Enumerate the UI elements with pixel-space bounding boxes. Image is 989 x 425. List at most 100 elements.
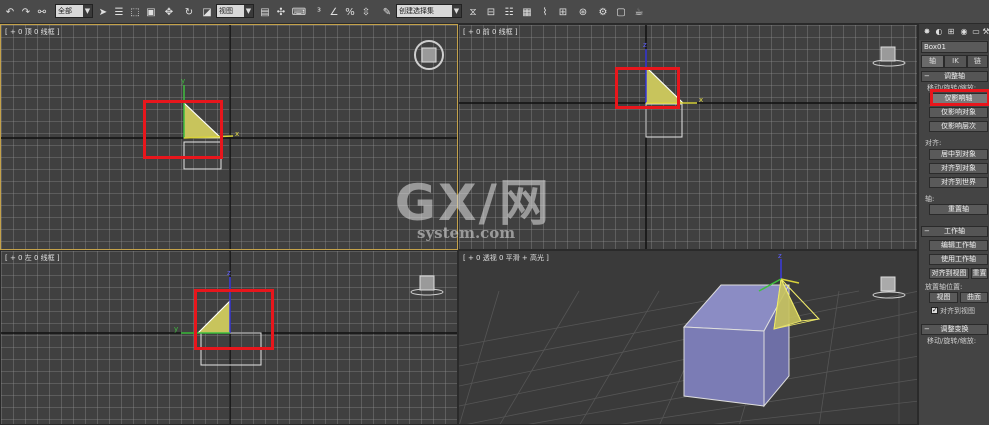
align-to-view-checkbox-label: 对齐到视图 [940, 307, 975, 315]
place-pivot-to-label: 放置轴位置: [925, 283, 963, 291]
alignment-label: 对齐: [925, 139, 942, 147]
x-axis-label: x [699, 96, 703, 104]
align-to-view-button[interactable]: 对齐到视图 [929, 268, 969, 279]
viewport-front-label[interactable]: [ + 0 前 0 线框 ] [463, 27, 518, 37]
snaps-toggle-icon[interactable]: ³ [312, 4, 326, 20]
rollout-adjust-transform-title: 调整变换 [940, 325, 969, 333]
percent-snap-icon[interactable]: % [343, 4, 357, 20]
chevron-down-icon: ▼ [83, 5, 92, 17]
keyboard-shortcut-icon[interactable]: ⌨ [292, 4, 306, 20]
render-setup-icon[interactable]: ⚙ [596, 4, 610, 20]
rollout-adjust-pivot[interactable]: − 调整轴 [921, 71, 988, 82]
selection-filter-value: 全部 [58, 7, 72, 15]
rollout-working-pivot-title: 工作轴 [944, 227, 965, 235]
reference-coordinate-dropdown[interactable]: 视图 ▼ [216, 4, 254, 18]
schematic-view-icon[interactable]: ⊞ [556, 4, 570, 20]
graphite-ribbon-icon[interactable]: ▦ [520, 4, 534, 20]
layer-manager-icon[interactable]: ☷ [502, 4, 516, 20]
rendered-frame-icon[interactable]: ▢ [614, 4, 628, 20]
edit-named-selection-icon[interactable]: ✎ [380, 4, 394, 20]
center-to-object-button[interactable]: 居中到对象 [929, 149, 988, 160]
pivot-point-center-icon[interactable]: ▤ [258, 4, 272, 20]
viewport-left-label[interactable]: [ + 0 左 0 线框 ] [5, 253, 60, 263]
edit-working-pivot-button[interactable]: 编辑工作轴 [929, 240, 988, 251]
pivot-label: 轴: [925, 195, 935, 203]
named-selection-dropdown[interactable]: 创建选择集 ▼ [396, 4, 462, 18]
viewport-perspective[interactable]: z [ + 0 透视 0 平滑 + 高光 ] [458, 250, 918, 425]
select-object-icon[interactable]: ➤ [96, 4, 110, 20]
scale-icon[interactable]: ◪ [200, 4, 214, 20]
command-panel-tabs: ✸ ◐ ⊞ ◉ ▭ ⚒ [919, 24, 989, 40]
material-editor-icon[interactable]: ⊛ [576, 4, 590, 20]
curve-editor-icon[interactable]: ⌇ [538, 4, 552, 20]
rollout-collapse-icon: − [924, 227, 930, 235]
chevron-down-icon: ▼ [244, 5, 253, 17]
main-toolbar: ↶ ↷ ⚯ 全部 ▼ ➤ ☰ ⬚ ▣ ✥ ↻ ◪ 视图 ▼ ▤ ✣ ⌨ ³ ∠ … [0, 0, 989, 24]
spinner-snap-icon[interactable]: ⇳ [359, 4, 373, 20]
rollout-collapse-icon: − [924, 325, 930, 333]
reset-working-pivot-button[interactable]: 重置 [971, 268, 988, 279]
link-icon[interactable]: ⚯ [35, 4, 49, 20]
rotate-icon[interactable]: ↻ [182, 4, 196, 20]
undo-icon[interactable]: ↶ [3, 4, 17, 20]
place-pivot-view-button[interactable]: 视图 [929, 292, 958, 303]
angle-snap-icon[interactable]: ∠ [327, 4, 341, 20]
create-tab-icon[interactable]: ✸ [922, 27, 932, 37]
render-teapot-icon[interactable]: ☕ [632, 4, 646, 20]
highlight-box-top [143, 100, 223, 159]
subtab-pivot[interactable]: 轴 [921, 55, 944, 68]
window-crossing-icon[interactable]: ▣ [144, 4, 158, 20]
subtab-ik[interactable]: IK [944, 55, 967, 68]
move-rotate-scale-label-2: 移动/旋转/缩放: [927, 337, 977, 345]
rollout-working-pivot[interactable]: − 工作轴 [921, 226, 988, 237]
move-icon[interactable]: ✥ [162, 4, 176, 20]
reset-pivot-button[interactable]: 重置轴 [929, 204, 988, 215]
subtab-link-info[interactable]: 链 [967, 55, 988, 68]
affect-object-only-button[interactable]: 仅影响对象 [929, 107, 988, 118]
redo-icon[interactable]: ↷ [19, 4, 33, 20]
align-to-view-checkbox[interactable]: ✓ [931, 307, 938, 314]
y-axis-label: y [181, 77, 185, 85]
motion-tab-icon[interactable]: ◉ [959, 27, 969, 37]
z-axis-label: z [778, 252, 782, 260]
named-selection-value: 创建选择集 [399, 7, 434, 15]
utilities-tab-icon[interactable]: ⚒ [981, 27, 989, 37]
z-axis-label: z [227, 269, 231, 277]
rollout-adjust-pivot-title: 调整轴 [944, 72, 965, 80]
align-to-world-button[interactable]: 对齐到世界 [929, 177, 988, 188]
select-by-name-icon[interactable]: ☰ [112, 4, 126, 20]
place-pivot-surface-button[interactable]: 曲面 [960, 292, 988, 303]
mirror-icon[interactable]: ⧖ [466, 4, 480, 20]
viewport-left[interactable]: z y [ + 0 左 0 线框 ] [0, 250, 458, 425]
front-viewport-grid: z x [459, 25, 917, 249]
highlight-affect-pivot-only [930, 89, 989, 106]
perspective-viewport-scene: z [459, 251, 917, 424]
modify-tab-icon[interactable]: ◐ [934, 27, 944, 37]
object-name-field[interactable]: Box01 [921, 41, 988, 53]
top-viewport-grid: y x [1, 25, 457, 249]
highlight-box-front [615, 67, 680, 109]
hierarchy-tab-icon[interactable]: ⊞ [946, 27, 956, 37]
align-icon[interactable]: ⊟ [484, 4, 498, 20]
viewport-perspective-label[interactable]: [ + 0 透视 0 平滑 + 高光 ] [463, 253, 549, 263]
command-panel: ✸ ◐ ⊞ ◉ ▭ ⚒ Box01 轴 IK 链 − 调整轴 移动/旋转/缩放:… [918, 24, 989, 425]
use-working-pivot-button[interactable]: 使用工作轴 [929, 254, 988, 265]
select-manipulate-icon[interactable]: ✣ [274, 4, 288, 20]
reference-coordinate-value: 视图 [219, 7, 233, 15]
affect-hierarchy-only-button[interactable]: 仅影响层次 [929, 121, 988, 132]
viewport-front[interactable]: z x [ + 0 前 0 线框 ] [458, 24, 918, 250]
hierarchy-subtabs: 轴 IK 链 [921, 55, 988, 68]
chevron-down-icon: ▼ [452, 5, 461, 17]
display-tab-icon[interactable]: ▭ [971, 27, 981, 37]
viewport-top[interactable]: y x [ + 0 顶 0 线框 ] [0, 24, 458, 250]
rollout-adjust-transform[interactable]: − 调整变换 [921, 324, 988, 335]
viewport-top-label[interactable]: [ + 0 顶 0 线框 ] [5, 27, 60, 37]
highlight-box-left [194, 289, 274, 350]
align-to-object-button[interactable]: 对齐到对象 [929, 163, 988, 174]
x-axis-label: x [235, 130, 239, 138]
z-axis-label: z [643, 41, 647, 49]
selection-filter-dropdown[interactable]: 全部 ▼ [55, 4, 93, 18]
y-axis-label: y [174, 325, 178, 333]
rollout-collapse-icon: − [924, 72, 930, 80]
rectangle-selection-icon[interactable]: ⬚ [128, 4, 142, 20]
